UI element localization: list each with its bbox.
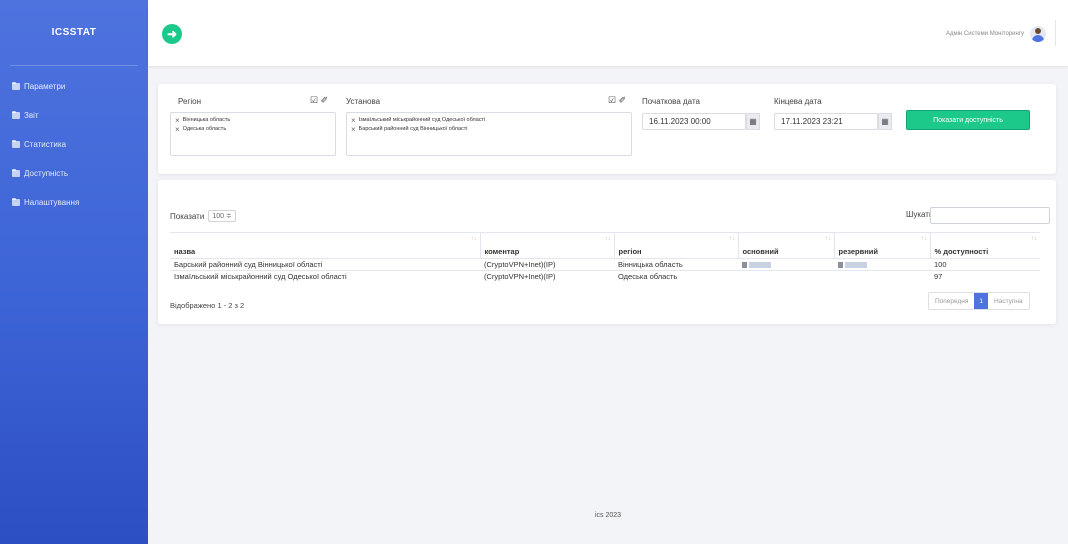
cell-availability: 97 bbox=[930, 270, 1040, 282]
page-size-control: Показати 100 ≑ bbox=[170, 210, 236, 222]
cell-availability: 100 bbox=[930, 258, 1040, 271]
end-date-label: Кінцева дата bbox=[774, 97, 822, 106]
select-all-icon[interactable]: ☑ bbox=[310, 95, 318, 105]
show-availability-button[interactable]: Показати доступність bbox=[906, 110, 1030, 130]
sort-icon: ↑↓ bbox=[604, 236, 611, 242]
institution-select[interactable]: × Ізмаїльський міськрайонний суд Одеської… bbox=[346, 112, 632, 156]
folder-icon bbox=[12, 198, 20, 206]
calendar-icon[interactable]: ▦ bbox=[878, 113, 892, 130]
avatar bbox=[1030, 26, 1046, 42]
start-date-input[interactable]: 16.11.2023 00:00 bbox=[642, 113, 746, 130]
sort-icon: ↑↓ bbox=[470, 236, 477, 242]
sort-icon: ↑↓ bbox=[1031, 236, 1037, 242]
sidebar-item-availability[interactable]: Доступність bbox=[0, 159, 148, 188]
region-label: Регіон bbox=[178, 97, 201, 106]
sidebar-item-report[interactable]: Звіт bbox=[0, 101, 148, 130]
end-date-input[interactable]: 17.11.2023 23:21 bbox=[774, 113, 878, 130]
column-header-region[interactable]: регіон ↑↓ bbox=[613, 232, 738, 259]
institution-label: Установа bbox=[346, 97, 381, 106]
folder-icon bbox=[12, 140, 20, 148]
table-info: Відображено 1 - 2 з 2 bbox=[170, 301, 245, 310]
column-header-primary[interactable]: основний ↑↓ bbox=[737, 232, 834, 259]
brand-logo[interactable]: ICSSTAT bbox=[10, 0, 138, 66]
cell-comment: (CryptoVPN+Inet)(IP) bbox=[480, 270, 614, 282]
page-size-select[interactable]: 100 ≑ bbox=[208, 210, 236, 222]
remove-icon[interactable]: × bbox=[175, 116, 180, 125]
column-header-name[interactable]: назва ↑↓ bbox=[170, 232, 480, 259]
results-table: назва ↑↓ коментар ↑↓ регіон ↑↓ основний ↑↓ р… bbox=[170, 232, 1040, 282]
cell-name: Барський районний суд Вінницької області bbox=[170, 258, 480, 271]
filter-card: Регіон ☑ ✐ × Вінницька область × Одеська о… bbox=[158, 84, 1056, 174]
region-actions: ☑ ✐ bbox=[310, 95, 328, 106]
prev-page-button[interactable]: Попередня bbox=[929, 293, 974, 309]
cell-region: Одеська область bbox=[614, 270, 738, 282]
footer: ics 2023 bbox=[594, 512, 622, 519]
sidebar-item-label: Звіт bbox=[24, 111, 39, 120]
user-menu[interactable]: Адмін Системи Моніторингу bbox=[946, 26, 1046, 42]
cell-name: Ізмаїльський міськрайонний суд Одеської … bbox=[170, 270, 480, 282]
back-button[interactable]: ➜ bbox=[162, 24, 182, 44]
sidebar-item-settings[interactable]: Налаштування bbox=[0, 188, 148, 217]
user-name: Адмін Системи Моніторингу bbox=[945, 31, 1024, 37]
sidebar: ICSSTAT Параметри Звіт Статистика Доступ… bbox=[0, 0, 148, 544]
table-header-row: назва ↑↓ коментар ↑↓ регіон ↑↓ основний ↑↓ р… bbox=[170, 232, 1040, 259]
results-card: Показати 100 ≑ Шукати: назва ↑↓ коментар ↑… bbox=[158, 180, 1056, 324]
sidebar-item-label: Параметри bbox=[24, 82, 66, 91]
sidebar-item-parameters[interactable]: Параметри bbox=[0, 72, 148, 101]
cell-backup bbox=[834, 258, 930, 271]
institution-actions: ☑ ✐ bbox=[608, 95, 626, 106]
page-size-label: Показати bbox=[170, 211, 205, 221]
folder-icon bbox=[12, 169, 20, 177]
cell-comment: (CryptoVPN+Inet)(IP) bbox=[480, 258, 614, 271]
column-header-backup[interactable]: резервний ↑↓ bbox=[833, 232, 930, 259]
column-header-comment[interactable]: коментар ↑↓ bbox=[479, 232, 614, 259]
region-tag[interactable]: × Вінницька область bbox=[175, 116, 331, 125]
table-row[interactable]: Барський районний суд Вінницької області… bbox=[170, 258, 1040, 271]
search-input[interactable] bbox=[930, 207, 1050, 224]
clear-icon[interactable]: ✐ bbox=[321, 95, 329, 105]
pagination: Попередня 1 Наступна bbox=[928, 292, 1030, 310]
calendar-icon[interactable]: ▦ bbox=[746, 113, 760, 130]
clear-icon[interactable]: ✐ bbox=[619, 95, 627, 105]
remove-icon[interactable]: × bbox=[175, 125, 180, 134]
topbar-divider bbox=[1055, 20, 1056, 46]
sidebar-nav: Параметри Звіт Статистика Доступність На… bbox=[0, 72, 148, 217]
topbar: ➜ Адмін Системи Моніторингу bbox=[148, 0, 1068, 66]
cell-primary bbox=[738, 258, 834, 271]
folder-icon bbox=[12, 82, 20, 90]
column-header-availability[interactable]: % доступності ↑↓ bbox=[929, 232, 1040, 259]
remove-icon[interactable]: × bbox=[351, 116, 356, 125]
sidebar-item-statistics[interactable]: Статистика bbox=[0, 130, 148, 159]
sort-icon: ↑↓ bbox=[920, 236, 927, 242]
select-all-icon[interactable]: ☑ bbox=[608, 95, 616, 105]
start-date-label: Початкова дата bbox=[642, 97, 700, 106]
next-page-button[interactable]: Наступна bbox=[988, 293, 1029, 309]
sort-icon: ↑↓ bbox=[824, 236, 831, 242]
sidebar-item-label: Статистика bbox=[24, 140, 67, 149]
sort-icon: ↑↓ bbox=[728, 236, 735, 242]
region-tag[interactable]: × Одеська область bbox=[175, 125, 331, 134]
remove-icon[interactable]: × bbox=[351, 125, 356, 134]
arrow-left-icon: ➜ bbox=[166, 27, 178, 41]
page-1-button[interactable]: 1 bbox=[974, 293, 989, 309]
sidebar-item-label: Налаштування bbox=[24, 198, 80, 207]
cell-region: Вінницька область bbox=[614, 258, 738, 271]
region-select[interactable]: × Вінницька область × Одеська область bbox=[170, 112, 336, 156]
institution-tag[interactable]: × Барський районний суд Вінницької област… bbox=[351, 125, 627, 134]
cell-backup bbox=[834, 270, 930, 282]
folder-icon bbox=[12, 111, 20, 119]
cell-primary bbox=[738, 270, 834, 282]
table-row[interactable]: Ізмаїльський міськрайонний суд Одеської … bbox=[170, 270, 1040, 282]
sidebar-item-label: Доступність bbox=[24, 169, 69, 178]
institution-tag[interactable]: × Ізмаїльський міськрайонний суд Одеської… bbox=[351, 116, 627, 125]
